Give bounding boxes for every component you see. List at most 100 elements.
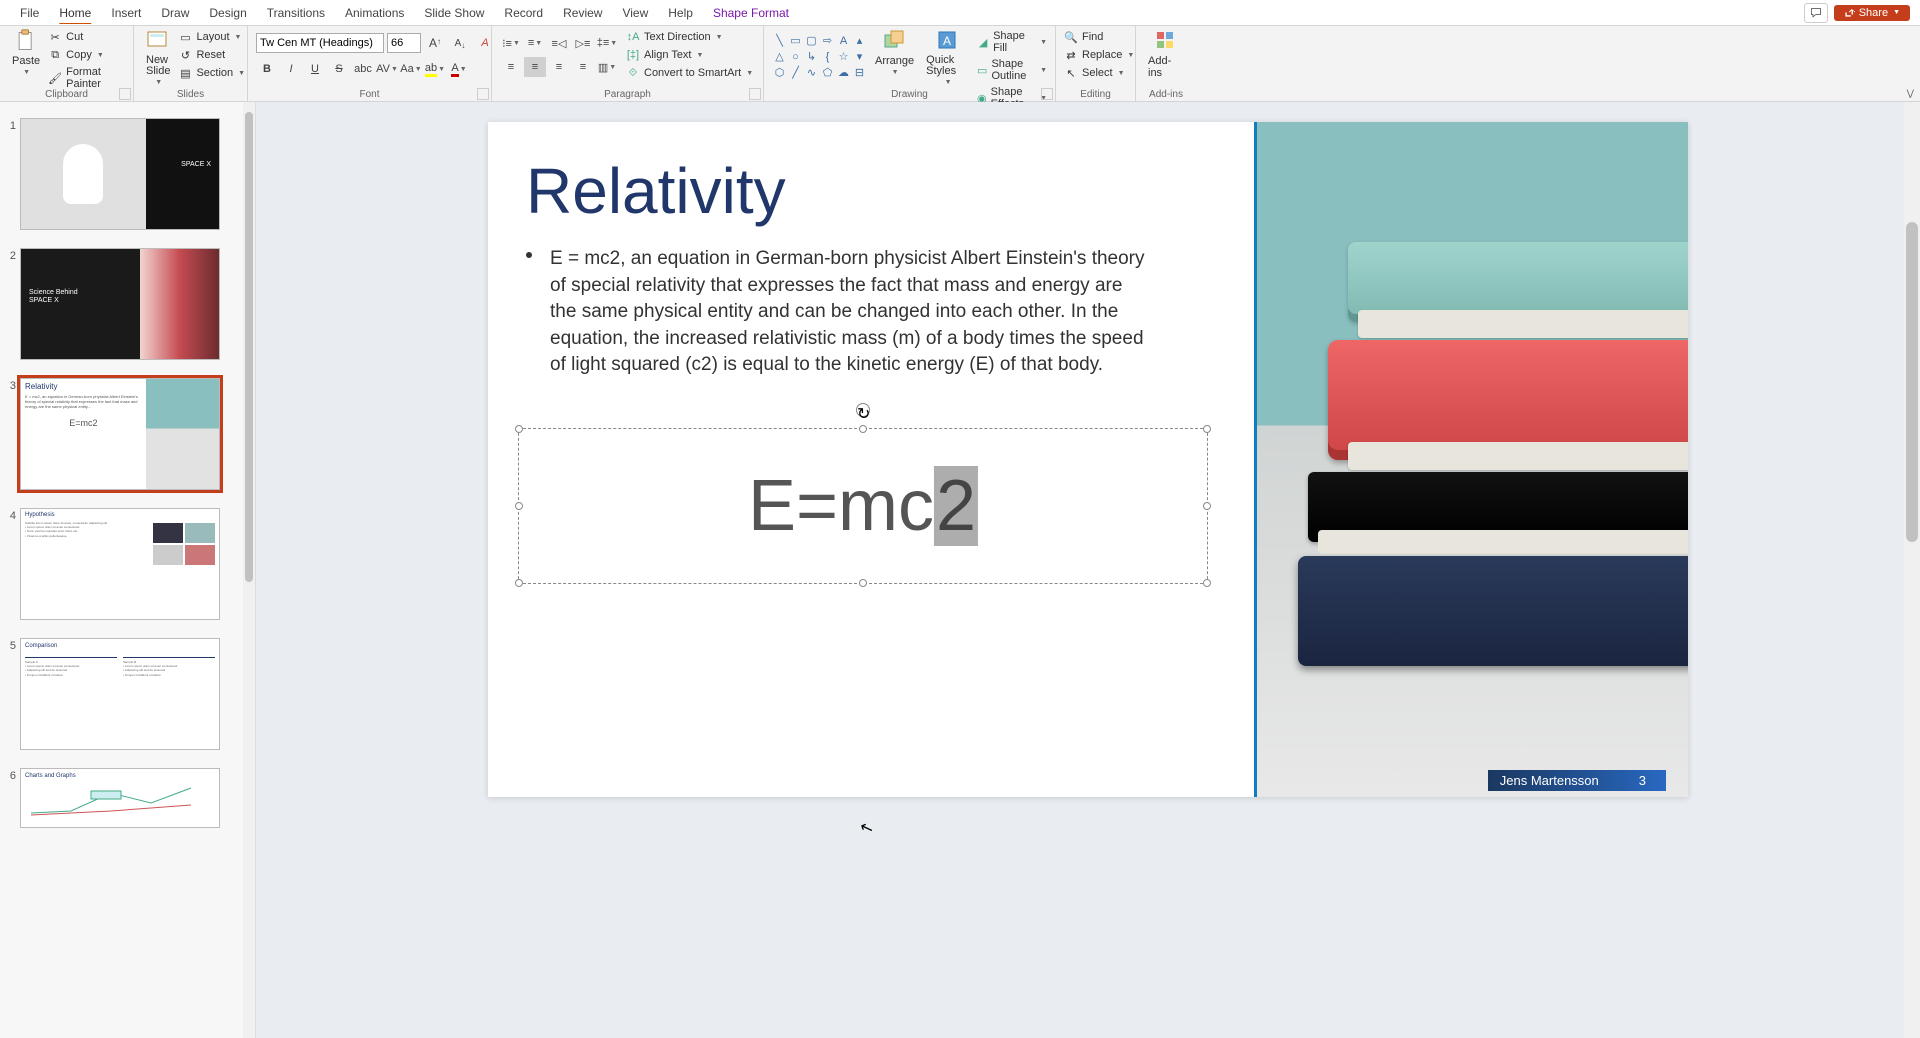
new-slide-button[interactable]: New Slide ▼ — [142, 29, 174, 86]
thumb-scrollbar[interactable] — [243, 102, 255, 1038]
shape-arrow-icon[interactable]: ⇨ — [820, 33, 835, 48]
strike-button[interactable]: S — [328, 59, 350, 79]
shape-star-icon[interactable]: ☆ — [836, 49, 851, 64]
text-shadow-button[interactable]: abc — [352, 59, 374, 79]
tab-home[interactable]: Home — [49, 2, 101, 24]
tab-review[interactable]: Review — [553, 2, 612, 24]
shape-outline-button[interactable]: ▭Shape Outline▼ — [977, 57, 1047, 83]
tab-animations[interactable]: Animations — [335, 2, 414, 24]
shape-roundrect-icon[interactable]: ▢ — [804, 33, 819, 48]
tab-file[interactable]: File — [10, 2, 49, 24]
tab-draw[interactable]: Draw — [151, 2, 199, 24]
addins-button[interactable]: Add-ins — [1144, 29, 1188, 79]
shape-line2-icon[interactable]: ╱ — [788, 65, 803, 80]
font-size-select[interactable] — [387, 33, 421, 53]
thumbnail-slide-2[interactable]: Science BehindSPACE X — [20, 248, 220, 360]
resize-handle-se[interactable] — [1203, 579, 1211, 587]
equation-text[interactable]: E=mc2 — [748, 465, 978, 547]
increase-indent-button[interactable]: ▷≡ — [572, 33, 594, 53]
collapse-ribbon-button[interactable]: ⋁ — [1907, 88, 1914, 99]
shape-more1-icon[interactable]: ▴ — [852, 33, 867, 48]
resize-handle-w[interactable] — [515, 502, 523, 510]
resize-handle-ne[interactable] — [1203, 425, 1211, 433]
bullets-button[interactable]: ⁝≡▼ — [500, 33, 522, 53]
align-text-button[interactable]: [‡]Align Text▼ — [626, 47, 753, 63]
tab-record[interactable]: Record — [494, 2, 553, 24]
replace-button[interactable]: ⇄Replace▼ — [1064, 47, 1134, 63]
resize-handle-sw[interactable] — [515, 579, 523, 587]
align-right-button[interactable]: ≡ — [548, 57, 570, 77]
shape-cloud-icon[interactable]: ☁ — [836, 65, 851, 80]
highlight-button[interactable]: ab▼ — [424, 59, 446, 79]
thumb-scrollbar-thumb[interactable] — [245, 112, 253, 582]
decrease-indent-button[interactable]: ≡◁ — [548, 33, 570, 53]
bold-button[interactable]: B — [256, 59, 278, 79]
text-direction-button[interactable]: ↕AText Direction▼ — [626, 29, 753, 45]
thumbnail-slide-1[interactable]: SPACE X — [20, 118, 220, 230]
change-case-button[interactable]: Aa▼ — [400, 59, 422, 79]
convert-smartart-button[interactable]: ⟐Convert to SmartArt▼ — [626, 65, 753, 81]
quick-styles-button[interactable]: AQuick Styles▼ — [922, 29, 973, 86]
tab-design[interactable]: Design — [199, 2, 256, 24]
font-name-select[interactable] — [256, 33, 384, 53]
slide-title[interactable]: Relativity — [526, 154, 786, 228]
line-spacing-button[interactable]: ‡≡▼ — [596, 33, 618, 53]
arrange-button[interactable]: Arrange▼ — [871, 29, 918, 76]
find-button[interactable]: 🔍Find — [1064, 29, 1134, 45]
layout-button[interactable]: ▭Layout▼ — [178, 29, 245, 45]
equation-textbox[interactable]: ↻ E=mc2 — [518, 428, 1208, 584]
decrease-font-button[interactable]: A↓ — [449, 33, 471, 53]
shape-triangle-icon[interactable]: △ — [772, 49, 787, 64]
justify-button[interactable]: ≡ — [572, 57, 594, 77]
align-left-button[interactable]: ≡ — [500, 57, 522, 77]
clipboard-launcher[interactable] — [119, 88, 131, 100]
shape-fill-button[interactable]: ◢Shape Fill▼ — [977, 29, 1047, 55]
italic-button[interactable]: I — [280, 59, 302, 79]
tab-insert[interactable]: Insert — [101, 2, 151, 24]
paste-button[interactable]: Paste ▼ — [8, 29, 44, 76]
shape-connector-icon[interactable]: ↳ — [804, 49, 819, 64]
increase-font-button[interactable]: A↑ — [424, 33, 446, 53]
resize-handle-e[interactable] — [1203, 502, 1211, 510]
tab-shape-format[interactable]: Shape Format — [703, 2, 799, 24]
shape-more2-icon[interactable]: ▾ — [852, 49, 867, 64]
section-button[interactable]: ▤Section▼ — [178, 65, 245, 81]
tab-slideshow[interactable]: Slide Show — [414, 2, 494, 24]
copy-button[interactable]: ⧉Copy▼ — [48, 47, 125, 63]
shapes-gallery[interactable]: ╲ ▭ ▢ ⇨ A ▴ △ ○ ↳ { ☆ ▾ ⬡ ╱ ∿ ⬠ ☁ ⊟ — [772, 33, 867, 80]
underline-button[interactable]: U — [304, 59, 326, 79]
shape-line-icon[interactable]: ╲ — [772, 33, 787, 48]
shape-poly-icon[interactable]: ⬠ — [820, 65, 835, 80]
resize-handle-nw[interactable] — [515, 425, 523, 433]
slide-editor[interactable]: Relativity E = mc2, an equation in Germa… — [488, 122, 1688, 797]
select-button[interactable]: ↖Select▼ — [1064, 65, 1134, 81]
char-spacing-button[interactable]: AV▼ — [376, 59, 398, 79]
drawing-launcher[interactable] — [1041, 88, 1053, 100]
shape-rect-icon[interactable]: ▭ — [788, 33, 803, 48]
font-color-button[interactable]: A▼ — [448, 59, 470, 79]
numbering-button[interactable]: ≡▼ — [524, 33, 546, 53]
shape-text-icon[interactable]: A — [836, 33, 851, 48]
resize-handle-n[interactable] — [859, 425, 867, 433]
font-launcher[interactable] — [477, 88, 489, 100]
share-button[interactable]: Share ▼ — [1834, 5, 1910, 21]
slide-body[interactable]: E = mc2, an equation in German-born phys… — [526, 246, 1146, 379]
shape-brace-icon[interactable]: { — [820, 49, 835, 64]
tab-help[interactable]: Help — [658, 2, 703, 24]
slide-thumbnails-panel[interactable]: 1 SPACE X 2 Science BehindSPACE X 3 Rela… — [0, 102, 256, 1038]
shape-curve-icon[interactable]: ∿ — [804, 65, 819, 80]
tab-transitions[interactable]: Transitions — [257, 2, 335, 24]
shape-callout-icon[interactable]: ⬡ — [772, 65, 787, 80]
reset-button[interactable]: ↺Reset — [178, 47, 245, 63]
cut-button[interactable]: ✂Cut — [48, 29, 125, 45]
thumbnail-slide-4[interactable]: Hypothesis Subtitle lorem ipsum dolor si… — [20, 508, 220, 620]
columns-button[interactable]: ▥▼ — [596, 57, 618, 77]
paragraph-launcher[interactable] — [749, 88, 761, 100]
tab-view[interactable]: View — [612, 2, 658, 24]
shape-expand-icon[interactable]: ⊟ — [852, 65, 867, 80]
align-center-button[interactable]: ≡ — [524, 57, 546, 77]
resize-handle-s[interactable] — [859, 579, 867, 587]
rotate-handle[interactable]: ↻ — [856, 403, 870, 417]
thumbnail-slide-3[interactable]: Relativity E = mc2, an equation in Germa… — [20, 378, 220, 490]
comments-button[interactable] — [1804, 3, 1828, 23]
